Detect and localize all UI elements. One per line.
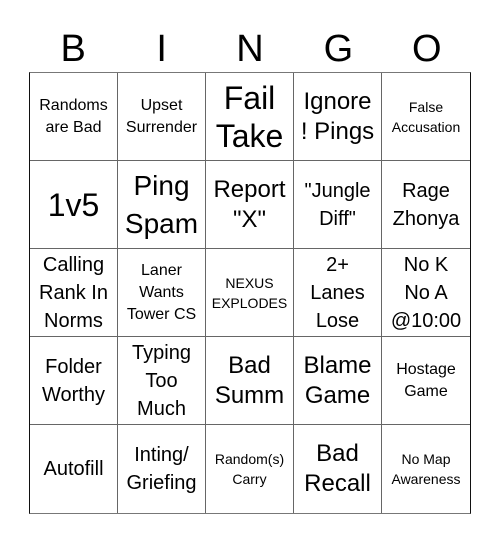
bingo-cell[interactable]: Randoms are Bad <box>30 73 118 161</box>
bingo-cell[interactable]: False Accusation <box>382 73 470 161</box>
bingo-cell[interactable]: Bad Recall <box>294 425 382 513</box>
bingo-cell[interactable]: Random(s) Carry <box>206 425 294 513</box>
bingo-cell[interactable]: Ignore ! Pings <box>294 73 382 161</box>
bingo-header: B I N G O <box>29 26 471 72</box>
bingo-cell[interactable]: Typing Too Much <box>118 337 206 425</box>
bingo-grid: Randoms are Bad Upset Surrender Fail Tak… <box>29 72 471 514</box>
cell-label: "Jungle Diff" <box>304 179 371 230</box>
bingo-cell[interactable]: Upset Surrender <box>118 73 206 161</box>
bingo-cell[interactable]: "Jungle Diff" <box>294 161 382 249</box>
bingo-cell[interactable]: 2+ Lanes Lose <box>294 249 382 337</box>
bingo-cell[interactable]: Bad Summ <box>206 337 294 425</box>
cell-label: Laner Wants Tower CS <box>126 261 197 323</box>
cell-label: Fail Take <box>215 79 284 154</box>
cell-label: NEXUS EXPLODES <box>211 274 288 311</box>
cell-label: Blame Game <box>303 351 372 409</box>
cell-label: Randoms are Bad <box>39 96 108 136</box>
bingo-cell[interactable]: Laner Wants Tower CS <box>118 249 206 337</box>
bingo-cell[interactable]: Hostage Game <box>382 337 470 425</box>
bingo-cell[interactable]: Folder Worthy <box>30 337 118 425</box>
cell-label: Report "X" <box>213 175 286 233</box>
cell-label: Inting/ Griefing <box>126 444 197 494</box>
header-letter-n: N <box>236 28 264 70</box>
cell-label: Bad Summ <box>214 351 285 409</box>
cell-label: Bad Recall <box>304 440 371 497</box>
cell-label: Ignore ! Pings <box>300 87 375 145</box>
cell-label: 2+ Lanes Lose <box>310 253 365 332</box>
bingo-cell[interactable]: Fail Take <box>206 73 294 161</box>
cell-label: No Map Awareness <box>391 451 461 487</box>
header-letter-b: B <box>60 28 86 70</box>
bingo-cell[interactable]: Autofill <box>30 425 118 513</box>
cell-label: Random(s) Carry <box>214 451 285 487</box>
bingo-cell[interactable]: Rage Zhonya <box>382 161 470 249</box>
cell-label: Folder Worthy <box>42 355 105 406</box>
bingo-cell[interactable]: 1v5 <box>30 161 118 249</box>
cell-label: Ping Spam <box>124 169 199 239</box>
cell-label: Autofill <box>43 458 104 480</box>
bingo-cell[interactable]: Report "X" <box>206 161 294 249</box>
cell-label: No K No A @10:00 <box>390 253 462 332</box>
header-letter-g: G <box>323 28 354 70</box>
cell-label: Hostage Game <box>396 360 456 400</box>
cell-label: Rage Zhonya <box>392 179 460 230</box>
cell-label: Upset Surrender <box>125 96 198 136</box>
header-letter-o: O <box>412 28 442 70</box>
cell-label: Typing Too Much <box>132 341 191 420</box>
cell-label: Calling Rank In Norms <box>39 253 108 332</box>
bingo-cell[interactable]: Inting/ Griefing <box>118 425 206 513</box>
bingo-cell-free-space[interactable]: NEXUS EXPLODES <box>206 249 294 337</box>
bingo-cell[interactable]: Blame Game <box>294 337 382 425</box>
cell-label: 1v5 <box>47 186 100 223</box>
bingo-cell[interactable]: Calling Rank In Norms <box>30 249 118 337</box>
header-letter-i: I <box>156 28 167 70</box>
bingo-cell[interactable]: Ping Spam <box>118 161 206 249</box>
bingo-cell[interactable]: No K No A @10:00 <box>382 249 470 337</box>
bingo-cell[interactable]: No Map Awareness <box>382 425 470 513</box>
cell-label: False Accusation <box>391 98 461 135</box>
